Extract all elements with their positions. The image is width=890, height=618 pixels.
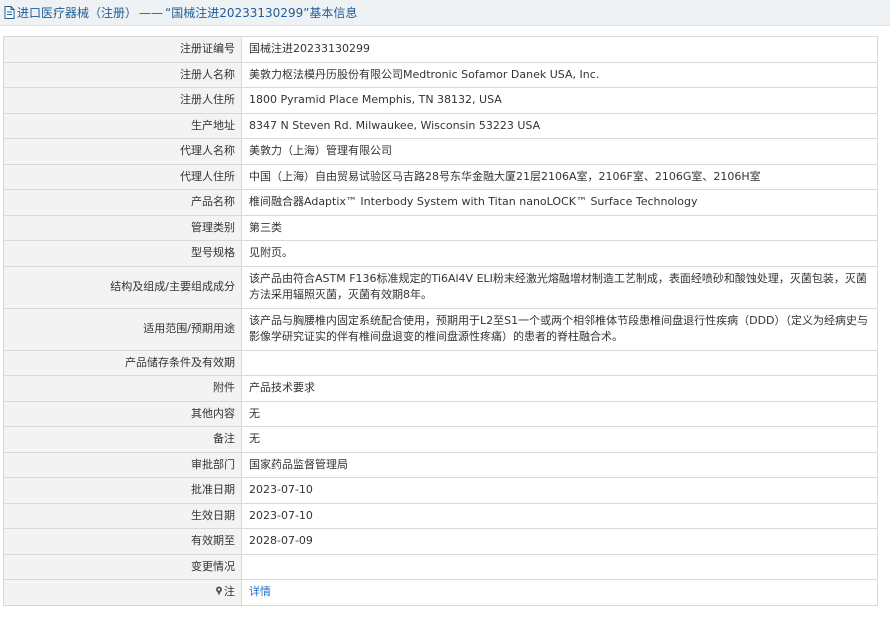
row-label: 变更情况 — [3, 553, 242, 580]
table-row: 备注 无 — [3, 426, 878, 453]
table-row: 附件 产品技术要求 — [3, 375, 878, 402]
header-separator: —— — [139, 5, 164, 20]
table-row: 注册人名称 美敦力枢法模丹历股份有限公司Medtronic Sofamor Da… — [3, 61, 878, 88]
detail-table: 注册证编号 国械注进20233130299 注册人名称 美敦力枢法模丹历股份有限… — [3, 36, 878, 606]
note-row: 注 详情 — [3, 579, 878, 606]
table-row: 审批部门 国家药品监督管理局 — [3, 451, 878, 478]
scrollbar-track[interactable] — [884, 26, 890, 618]
row-value: 第三类 — [241, 214, 878, 241]
row-value: 1800 Pyramid Place Memphis, TN 38132, US… — [241, 87, 878, 114]
row-value: 该产品与胸腰椎内固定系统配合使用，预期用于L2至S1一个或两个相邻椎体节段患椎间… — [241, 307, 878, 351]
table-row: 注册人住所 1800 Pyramid Place Memphis, TN 381… — [3, 87, 878, 114]
row-value: 美敦力枢法模丹历股份有限公司Medtronic Sofamor Danek US… — [241, 61, 878, 88]
row-label: 批准日期 — [3, 477, 242, 504]
row-label: 适用范围/预期用途 — [3, 307, 242, 351]
note-label-cell: 注 — [3, 579, 242, 606]
table-row: 有效期至 2028-07-09 — [3, 528, 878, 555]
row-value — [241, 553, 878, 580]
row-value: 该产品由符合ASTM F136标准规定的Ti6Al4V ELI粉末经激光熔融增材… — [241, 265, 878, 309]
row-value: 美敦力（上海）管理有限公司 — [241, 138, 878, 165]
row-label: 有效期至 — [3, 528, 242, 555]
row-label: 其他内容 — [3, 400, 242, 427]
table-row: 生效日期 2023-07-10 — [3, 502, 878, 529]
table-row: 变更情况 — [3, 553, 878, 580]
row-value: 国械注进20233130299 — [241, 36, 878, 63]
row-value: 2023-07-10 — [241, 502, 878, 529]
row-value: 2023-07-10 — [241, 477, 878, 504]
row-value: 见附页。 — [241, 240, 878, 267]
row-label: 注册人住所 — [3, 87, 242, 114]
document-icon — [4, 6, 15, 19]
row-label: 管理类别 — [3, 214, 242, 241]
note-label: 注 — [224, 585, 235, 599]
row-value: 8347 N Steven Rd. Milwaukee, Wisconsin 5… — [241, 112, 878, 139]
row-value: 无 — [241, 426, 878, 453]
row-label: 注册人名称 — [3, 61, 242, 88]
table-row: 其他内容 无 — [3, 400, 878, 427]
row-label: 审批部门 — [3, 451, 242, 478]
row-label: 生效日期 — [3, 502, 242, 529]
page-title-bar: 进口医疗器械（注册） —— “国械注进20233130299”基本信息 — [0, 0, 890, 26]
table-row: 适用范围/预期用途 该产品与胸腰椎内固定系统配合使用，预期用于L2至S1一个或两… — [3, 307, 878, 351]
row-label: 生产地址 — [3, 112, 242, 139]
table-row: 结构及组成/主要组成成分 该产品由符合ASTM F136标准规定的Ti6Al4V… — [3, 265, 878, 309]
row-value: 中国（上海）自由贸易试验区马吉路28号东华金融大厦21层2106A室，2106F… — [241, 163, 878, 190]
note-value: 详情 — [241, 579, 878, 606]
table-row: 型号规格 见附页。 — [3, 240, 878, 267]
row-value: 产品技术要求 — [241, 375, 878, 402]
pin-icon — [215, 585, 223, 596]
row-value: 2028-07-09 — [241, 528, 878, 555]
row-label: 产品储存条件及有效期 — [3, 349, 242, 376]
row-label: 备注 — [3, 426, 242, 453]
table-row: 批准日期 2023-07-10 — [3, 477, 878, 504]
header-category: 进口医疗器械（注册） — [17, 6, 138, 20]
table-row: 产品名称 椎间融合器Adaptix™ Interbody System with… — [3, 189, 878, 216]
table-row: 管理类别 第三类 — [3, 214, 878, 241]
row-label: 产品名称 — [3, 189, 242, 216]
table-row: 产品储存条件及有效期 — [3, 349, 878, 376]
row-label: 注册证编号 — [3, 36, 242, 63]
table-row: 代理人住所 中国（上海）自由贸易试验区马吉路28号东华金融大厦21层2106A室… — [3, 163, 878, 190]
row-value — [241, 349, 878, 376]
details-link[interactable]: 详情 — [249, 585, 271, 598]
header-title: “国械注进20233130299”基本信息 — [165, 6, 358, 20]
row-label: 代理人住所 — [3, 163, 242, 190]
table-row: 生产地址 8347 N Steven Rd. Milwaukee, Wiscon… — [3, 112, 878, 139]
row-value: 椎间融合器Adaptix™ Interbody System with Tita… — [241, 189, 878, 216]
table-row: 代理人名称 美敦力（上海）管理有限公司 — [3, 138, 878, 165]
row-label: 结构及组成/主要组成成分 — [3, 265, 242, 309]
row-value: 国家药品监督管理局 — [241, 451, 878, 478]
table-row: 注册证编号 国械注进20233130299 — [3, 36, 878, 63]
row-label: 型号规格 — [3, 240, 242, 267]
row-value: 无 — [241, 400, 878, 427]
row-label: 代理人名称 — [3, 138, 242, 165]
row-label: 附件 — [3, 375, 242, 402]
